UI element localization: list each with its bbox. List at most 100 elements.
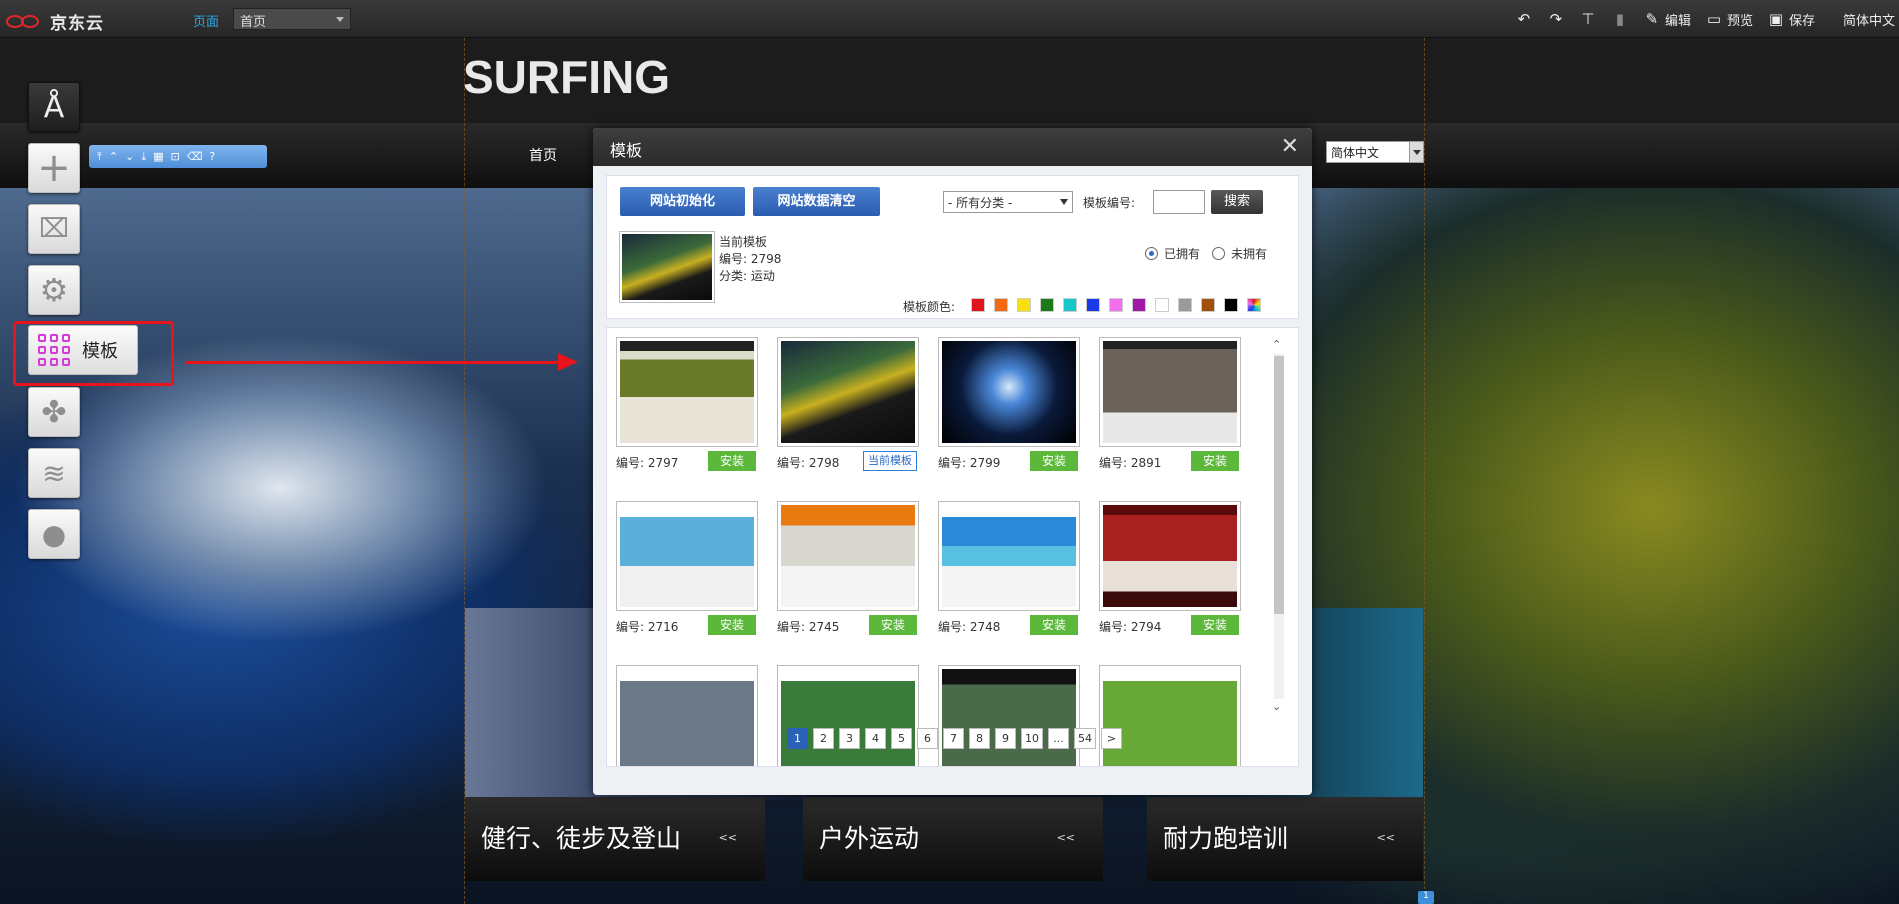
template-thumbnail[interactable] <box>938 665 1080 766</box>
template-code-input[interactable] <box>1153 190 1205 214</box>
not-owned-radio[interactable] <box>1212 247 1226 260</box>
template-card[interactable]: 编号: 2794 安装 <box>1099 501 1241 635</box>
preview-button[interactable]: ▭ 预览 <box>1705 10 1753 29</box>
category-running[interactable]: 耐力跑培训 << <box>1147 797 1423 881</box>
page-button[interactable]: 3 <box>839 728 860 749</box>
template-card[interactable] <box>938 665 1080 766</box>
search-button[interactable]: 搜索 <box>1211 190 1263 214</box>
color-swatch[interactable] <box>1201 298 1215 312</box>
page-button[interactable]: 7 <box>943 728 964 749</box>
color-swatch[interactable] <box>1086 298 1100 312</box>
install-button[interactable]: 安装 <box>1030 615 1078 635</box>
color-swatch[interactable] <box>1109 298 1123 312</box>
page-button[interactable]: 9 <box>995 728 1016 749</box>
page-button[interactable]: 6 <box>917 728 938 749</box>
move-bottom-icon[interactable]: ⤓ <box>141 150 146 164</box>
layers-button[interactable]: ≋ <box>28 448 80 498</box>
template-card[interactable]: 编号: 2716 安装 <box>616 501 758 635</box>
redo-icon[interactable]: ↷ <box>1547 10 1565 28</box>
page-button[interactable]: 54 <box>1074 728 1096 749</box>
template-scrollbar[interactable]: ⌃ ⌄ <box>1270 338 1286 713</box>
undo-icon[interactable]: ↶ <box>1515 10 1533 28</box>
chart-icon[interactable]: ▮ <box>1611 10 1629 28</box>
template-thumbnail[interactable] <box>777 501 919 611</box>
template-card[interactable] <box>777 665 919 766</box>
template-card[interactable]: 编号: 2797 安装 <box>616 337 758 471</box>
category-select-value: - 所有分类 - <box>948 196 1013 210</box>
scroll-thumb[interactable] <box>1274 356 1284 614</box>
edit-button[interactable]: ✎ 编辑 <box>1643 10 1691 29</box>
close-icon[interactable]: ✕ <box>1281 134 1299 159</box>
template-thumbnail[interactable] <box>1099 337 1241 447</box>
template-thumbnail[interactable] <box>616 337 758 447</box>
language-button[interactable]: 简体中文 <box>1843 10 1895 29</box>
next-page-button[interactable]: > <box>1101 728 1122 749</box>
install-button[interactable]: 安装 <box>869 615 917 635</box>
install-button[interactable]: 安装 <box>1191 615 1239 635</box>
category-select[interactable]: - 所有分类 - <box>943 191 1073 213</box>
template-card[interactable]: 编号: 2745 安装 <box>777 501 919 635</box>
template-thumbnail[interactable] <box>1099 665 1241 766</box>
color-swatch[interactable] <box>971 298 985 312</box>
signpost-icon[interactable]: ⊤ <box>1579 10 1597 28</box>
color-swatch[interactable] <box>1063 298 1077 312</box>
template-card[interactable]: 编号: 2748 安装 <box>938 501 1080 635</box>
category-hiking[interactable]: 健行、徒步及登山 << <box>465 797 765 881</box>
color-swatch[interactable] <box>1132 298 1146 312</box>
color-swatch[interactable] <box>1040 298 1054 312</box>
install-button[interactable]: 安装 <box>1191 451 1239 471</box>
move-down-icon[interactable]: ⌄ <box>125 150 134 163</box>
save-button[interactable]: ▣ 保存 <box>1767 10 1815 29</box>
add-button[interactable]: + <box>28 143 80 193</box>
help-icon[interactable]: ? <box>209 150 215 163</box>
template-card[interactable]: 编号: 2799 安装 <box>938 337 1080 471</box>
template-thumbnail[interactable] <box>1099 501 1241 611</box>
modules-button[interactable]: ✤ <box>28 387 80 437</box>
template-card[interactable]: 编号: 2891 安装 <box>1099 337 1241 471</box>
move-top-icon[interactable]: ⤒ <box>97 150 102 164</box>
page-button[interactable]: 5 <box>891 728 912 749</box>
user-button[interactable]: ● <box>28 509 80 559</box>
color-swatch-multi[interactable] <box>1247 298 1261 312</box>
template-card[interactable] <box>616 665 758 766</box>
unlock-icon[interactable]: ⊡ <box>171 150 180 163</box>
move-up-icon[interactable]: ⌃ <box>109 150 118 163</box>
page-select[interactable]: 首页 <box>233 8 351 30</box>
category-outdoor[interactable]: 户外运动 << <box>803 797 1103 881</box>
color-swatch[interactable] <box>994 298 1008 312</box>
install-button[interactable]: 安装 <box>708 615 756 635</box>
site-clear-button[interactable]: 网站数据清空 <box>753 187 880 216</box>
page-button[interactable]: 10 <box>1021 728 1043 749</box>
grid-icon[interactable]: ▦ <box>153 150 163 163</box>
template-card[interactable]: 编号: 2798 当前模板 <box>777 337 919 471</box>
owned-radio[interactable] <box>1145 247 1158 260</box>
badge[interactable]: 1 <box>1418 891 1434 904</box>
page-button[interactable]: 8 <box>969 728 990 749</box>
app-store-button[interactable]: Å <box>28 82 80 132</box>
template-code-label: 模板编号: <box>1083 196 1136 210</box>
page-button[interactable]: 4 <box>865 728 886 749</box>
template-thumbnail[interactable] <box>938 337 1080 447</box>
color-swatch[interactable] <box>1224 298 1238 312</box>
color-swatch[interactable] <box>1155 298 1169 312</box>
color-swatch[interactable] <box>1178 298 1192 312</box>
template-thumbnail[interactable] <box>616 665 758 766</box>
site-init-button[interactable]: 网站初始化 <box>620 187 745 216</box>
template-thumbnail[interactable] <box>938 501 1080 611</box>
install-button[interactable]: 安装 <box>708 451 756 471</box>
template-card[interactable] <box>1099 665 1241 766</box>
template-thumbnail[interactable] <box>777 337 919 447</box>
nav-home[interactable]: 首页 <box>529 145 557 165</box>
color-swatch[interactable] <box>1017 298 1031 312</box>
scroll-down-icon[interactable]: ⌄ <box>1272 700 1281 713</box>
template-thumbnail[interactable] <box>777 665 919 766</box>
install-button[interactable]: 安装 <box>1030 451 1078 471</box>
page-button[interactable]: 1 <box>787 728 808 749</box>
settings-button[interactable]: ⚙ <box>28 265 80 315</box>
toolbox-button[interactable]: ⌧ <box>28 204 80 254</box>
site-language-select[interactable]: 简体中文 <box>1326 141 1424 163</box>
page-button[interactable]: 2 <box>813 728 834 749</box>
scroll-up-icon[interactable]: ⌃ <box>1272 338 1281 351</box>
template-thumbnail[interactable] <box>616 501 758 611</box>
delete-icon[interactable]: ⌫ <box>187 150 203 163</box>
